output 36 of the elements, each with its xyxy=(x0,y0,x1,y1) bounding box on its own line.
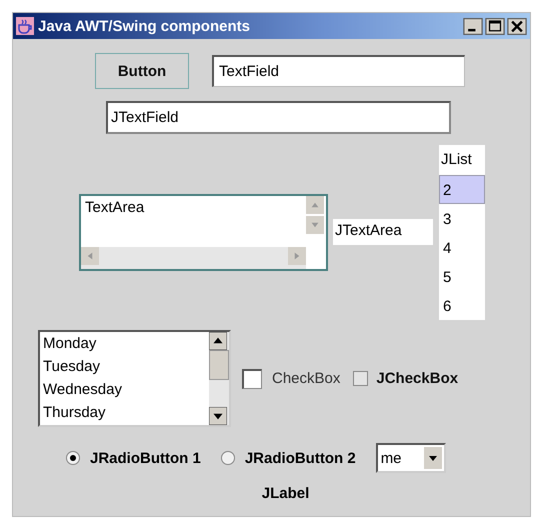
list-item[interactable]: Thursday xyxy=(43,401,209,424)
text-field[interactable]: TextField xyxy=(212,55,465,87)
list-item[interactable]: 4 xyxy=(439,232,485,262)
checkbox[interactable] xyxy=(242,368,262,388)
jtext-field[interactable]: JTextField xyxy=(106,101,451,134)
text-area[interactable]: TextArea xyxy=(79,194,328,270)
scroll-right-icon[interactable] xyxy=(288,246,306,264)
close-icon[interactable] xyxy=(507,18,527,34)
button[interactable]: Button xyxy=(95,53,189,89)
scroll-left-icon[interactable] xyxy=(81,246,99,264)
combo-box[interactable]: me xyxy=(376,443,446,473)
minimize-icon[interactable] xyxy=(463,18,483,34)
list-item[interactable]: Monday xyxy=(43,332,209,355)
scroll-down-icon[interactable] xyxy=(209,407,227,425)
window-title: Java AWT/Swing components xyxy=(38,18,251,34)
list-item[interactable]: Tuesday xyxy=(43,355,209,378)
cup-icon xyxy=(16,17,34,35)
list-item[interactable]: 2 xyxy=(439,174,485,204)
list-header: JList xyxy=(440,150,473,170)
checkbox-label: JCheckBox xyxy=(376,370,458,387)
label: JLabel xyxy=(262,485,310,502)
list-item[interactable]: Wednesday xyxy=(43,378,209,401)
radio-label: JRadioButton 2 xyxy=(244,450,356,466)
text-area-text: TextArea xyxy=(84,198,146,218)
maximize-icon[interactable] xyxy=(485,18,505,34)
scroll-up-icon[interactable] xyxy=(209,332,227,350)
list-item[interactable]: 6 xyxy=(439,290,485,320)
checkbox[interactable] xyxy=(353,371,368,386)
checkbox-label: CheckBox xyxy=(272,370,340,387)
list-item[interactable]: 3 xyxy=(439,204,485,232)
radio-label: JRadioButton 1 xyxy=(90,450,201,466)
jtext-area[interactable]: JTextArea xyxy=(333,219,433,245)
list-item[interactable]: 5 xyxy=(439,262,485,290)
radio-button[interactable] xyxy=(220,451,235,465)
radio-button[interactable] xyxy=(66,451,80,465)
scroll-thumb[interactable] xyxy=(209,350,229,380)
